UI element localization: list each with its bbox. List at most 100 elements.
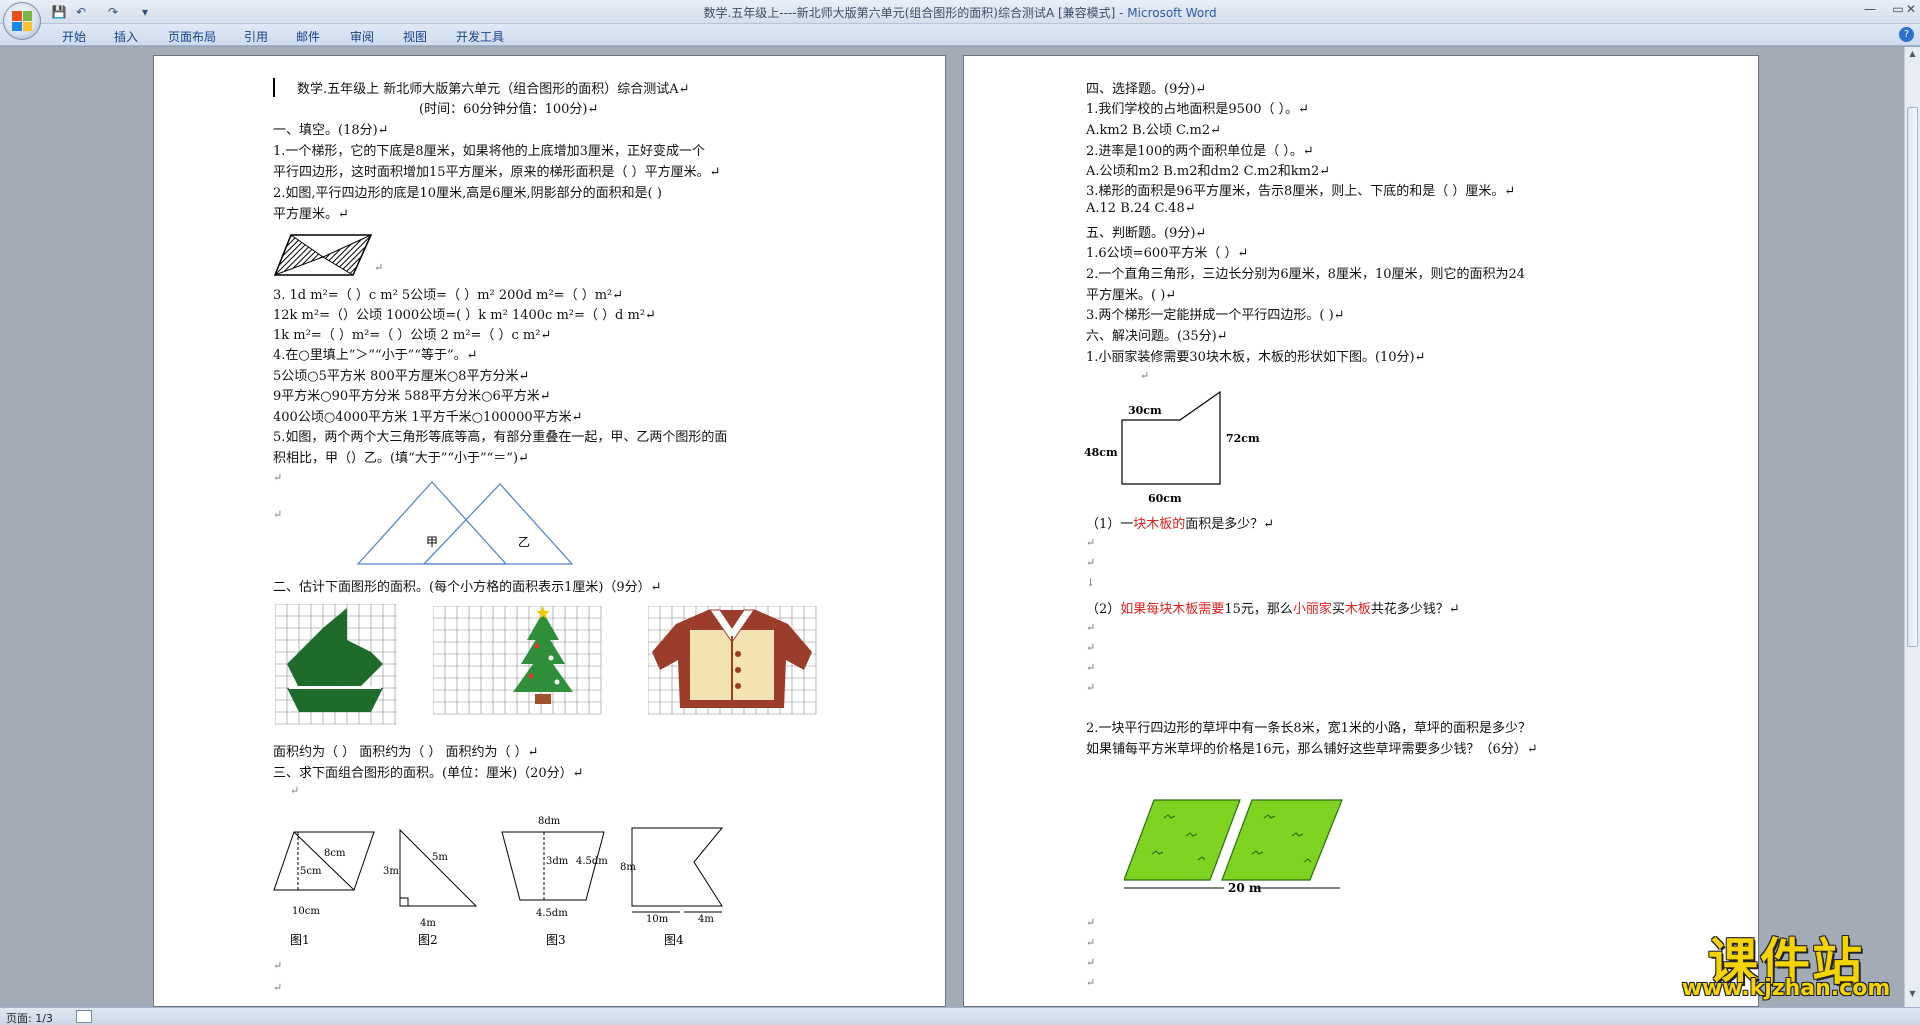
vertical-scrollbar[interactable]: ▲ ▼ xyxy=(1904,47,1920,1007)
tab-review[interactable]: 审阅 xyxy=(350,28,374,45)
q1-1-line2: 平行四边形，这时面积增加15平方厘米，原来的梯形面积是（ ）平方厘米。↵ xyxy=(273,165,721,180)
board-bottom-label: 60cm xyxy=(1148,492,1182,505)
tab-developer[interactable]: 开发工具 xyxy=(456,28,504,45)
q4-1-options: A.km2 B.公顷 C.m2↵ xyxy=(1086,123,1222,138)
q4-3: 3.梯形的面积是96平方厘米，告示8厘米，则上、下底的和是（ ）厘米。↵ xyxy=(1086,184,1516,199)
q6-2-line2: 如果铺每平方米草坪的价格是16元，那么铺好这些草坪需要多少钱？（6分）↵ xyxy=(1086,742,1538,757)
fig4-4m-label: 4m xyxy=(698,914,714,925)
label-jia: 甲 xyxy=(426,535,438,549)
scroll-down-icon[interactable]: ▼ xyxy=(1907,989,1918,1001)
board-shape-figure: 30cm 48cm 72cm 60cm xyxy=(1084,390,1260,505)
area-estimates-line: 面积约为（ ） 面积约为（ ） 面积约为（ ）↵ xyxy=(273,745,539,760)
doc-subtitle: (时间：60分钟分值：100分)↵ xyxy=(419,102,599,117)
q1-2-line2: 平方厘米。↵ xyxy=(273,207,349,222)
q6-1a-post: 面积是多少？↵ xyxy=(1185,517,1275,532)
fig3-3dm-label: 3dm xyxy=(546,856,569,867)
q6-1b-red2: 块木板需要 xyxy=(1159,602,1225,617)
app-name: - Microsoft Word xyxy=(1115,6,1217,20)
q6-1b-mid2: 买 xyxy=(1331,602,1345,617)
fig2-caption: 图2 xyxy=(418,933,438,946)
fig1-10cm-label: 10cm xyxy=(292,906,320,917)
title-bar: 💾 ↶ ↷ ▾ 数学.五年级上----新北师大版第六单元(组合图形的面积)综合测… xyxy=(0,0,1920,40)
fig1-5cm-label: 5cm xyxy=(300,866,322,877)
composite-figures: 8cm 5cm 10cm 图1 3m 5m 4m 图2 8dm 3dm 4.5d… xyxy=(273,816,724,946)
section-1-heading: 一、填空。(18分)↵ xyxy=(273,123,389,138)
q1-4-row3: 400公顷○4000平方米 1平方千米○100000平方米↵ xyxy=(273,410,583,425)
q6-1b-mid: 15元，那么 xyxy=(1224,602,1293,617)
status-bar: 页面: 1/3 xyxy=(0,1007,1920,1025)
q6-2-line1: 2.一块平行四边形的草坪中有一条长8米，宽1米的小路，草坪的面积是多少？ xyxy=(1086,721,1531,736)
overlapping-triangles-figure: 甲 乙 xyxy=(356,481,574,565)
lawn-parallelogram-figure: 20 m xyxy=(1124,799,1343,895)
fig3-8dm-label: 8dm xyxy=(538,816,561,827)
q1-3-line3: 1k m²=（ ）m²=（ ）公顷 2 m²=（ ）c m²↵ xyxy=(273,328,552,343)
q5-2-line2: 平方厘米。( )↵ xyxy=(1086,288,1177,303)
q1-3-line2: 12k m²=（）公顷 1000公顷=( ）k m² 1400c m²=（ ）d… xyxy=(273,308,656,323)
fig1-8cm-label: 8cm xyxy=(324,848,346,859)
q6-1b-red3: 小丽家 xyxy=(1292,602,1332,617)
q5-2-line1: 2.一个直角三角形，三边长分别为6厘米，8厘米，10厘米，则它的面积为24 xyxy=(1086,267,1526,282)
tab-page-layout[interactable]: 页面布局 xyxy=(168,28,216,45)
document-page-1[interactable]: 数学.五年级上 新北师大版第六单元（组合图形的面积）综合测试A↵ (时间：60分… xyxy=(153,55,946,1007)
section-6-heading: 六、解决问题。(35分)↵ xyxy=(1086,329,1228,344)
board-right-label: 72cm xyxy=(1226,432,1260,445)
page-count[interactable]: 页面: 1/3 xyxy=(6,1010,53,1025)
grid-christmas-tree-figure xyxy=(433,606,602,715)
grid-green-shape-figure xyxy=(275,604,397,725)
q1-4-heading: 4.在○里填上“＞”“小于”“等于”。↵ xyxy=(273,348,478,363)
q6-1b: （2）如果每块木板需要15元，那么小丽家买木板共花多少钱？↵ xyxy=(1086,598,1460,617)
q1-4-row1: 5公顷○5平方米 800平方厘米○8平方分米↵ xyxy=(273,369,530,384)
grid-jacket-figure xyxy=(648,606,817,715)
shaded-parallelogram-figure xyxy=(273,233,373,276)
q6-1b-post: 共花多少钱？↵ xyxy=(1370,602,1460,617)
q6-1b-red1: 如果每 xyxy=(1120,602,1160,617)
fig4-10m-label: 10m xyxy=(646,914,669,925)
fig4-8m-label: 8m xyxy=(620,862,636,873)
tab-home[interactable]: 开始 xyxy=(62,28,86,45)
q5-1: 1.6公顷=600平方米（ ）↵ xyxy=(1086,246,1249,261)
fig1-caption: 图1 xyxy=(290,933,310,946)
doc-title: 数学.五年级上 新北师大版第六单元（组合图形的面积）综合测试A↵ xyxy=(273,78,690,97)
q4-3-options: A.12 B.24 C.48↵ xyxy=(1086,201,1196,216)
lawn-width-label: 20 m xyxy=(1228,881,1262,895)
q5-3: 3.两个梯形一定能拼成一个平行四边形。( )↵ xyxy=(1086,308,1345,323)
window-title: 数学.五年级上----新北师大版第六单元(组合图形的面积)综合测试A [兼容模式… xyxy=(0,4,1920,21)
office-button[interactable] xyxy=(3,2,41,40)
ribbon-tabs: 开始 插入 页面布局 引用 邮件 审阅 视图 开发工具 ? xyxy=(0,24,1920,46)
watermark-logo: 课件站 www.kjzhan.com xyxy=(1668,922,1904,1001)
fig3-side-label: 4.5dm xyxy=(576,856,608,867)
tab-view[interactable]: 视图 xyxy=(403,28,427,45)
proofing-icon[interactable] xyxy=(76,1010,92,1023)
q1-5-line1: 5.如图，两个两个大三角形等底等高，有部分重叠在一起，甲、乙两个图形的面 xyxy=(273,430,728,445)
q4-2: 2.进率是100的两个面积单位是（ ）。↵ xyxy=(1086,144,1314,159)
q6-1a-red: 块木板的 xyxy=(1133,517,1186,532)
document-title: 数学.五年级上----新北师大版第六单元(组合图形的面积)综合测试A [兼容模式… xyxy=(703,6,1116,20)
section-2-heading: 二、估计下面图形的面积。(每个小方格的面积表示1厘米)（9分）↵ xyxy=(273,580,662,595)
q1-4-row2: 9平方米○90平方分米 588平方分米○6平方米↵ xyxy=(273,389,551,404)
section-3-heading: 三、求下面组合图形的面积。(单位：厘米)（20分）↵ xyxy=(273,766,584,781)
tab-mailings[interactable]: 邮件 xyxy=(296,28,320,45)
board-left-label: 48cm xyxy=(1084,446,1118,459)
q1-3-line1: 3. 1d m²=（ ）c m² 5公顷=（ ）m² 200d m²=（ ）m²… xyxy=(273,288,624,303)
q6-1: 1.小丽家装修需要30块木板，木板的形状如下图。(10分)↵ xyxy=(1086,350,1426,365)
section-4-heading: 四、选择题。(9分)↵ xyxy=(1086,82,1207,97)
document-page-2[interactable]: 四、选择题。(9分)↵ 1.我们学校的占地面积是9500（ ）。↵ A.km2 … xyxy=(963,55,1759,1007)
minimize-button[interactable]: — xyxy=(1856,0,1884,20)
close-button[interactable]: ✕ xyxy=(1902,0,1920,20)
watermark-url: www.kjzhan.com xyxy=(1681,976,1891,1001)
office-logo-icon xyxy=(12,11,32,31)
scroll-thumb[interactable] xyxy=(1907,107,1918,647)
label-yi: 乙 xyxy=(518,535,530,549)
tab-references[interactable]: 引用 xyxy=(244,28,268,45)
fig2-3m-label: 3m xyxy=(383,866,399,877)
tab-insert[interactable]: 插入 xyxy=(114,28,138,45)
board-top-label: 30cm xyxy=(1128,404,1162,417)
help-icon[interactable]: ? xyxy=(1899,27,1914,42)
q1-5-line2: 积相比，甲（）乙。(填“大于”“小于”“＝”)↵ xyxy=(273,451,529,466)
q6-1a-pre: （1）一 xyxy=(1086,517,1134,532)
q1-1-line1: 1.一个梯形，它的下底是8厘米，如果将他的上底增加3厘米，正好变成一个 xyxy=(273,144,705,159)
section-5-heading: 五、判断题。(9分)↵ xyxy=(1086,226,1207,241)
fig2-5m-label: 5m xyxy=(432,852,448,863)
q6-1a: （1）一块木板的面积是多少？↵ xyxy=(1086,513,1274,532)
scroll-up-icon[interactable]: ▲ xyxy=(1907,49,1918,61)
